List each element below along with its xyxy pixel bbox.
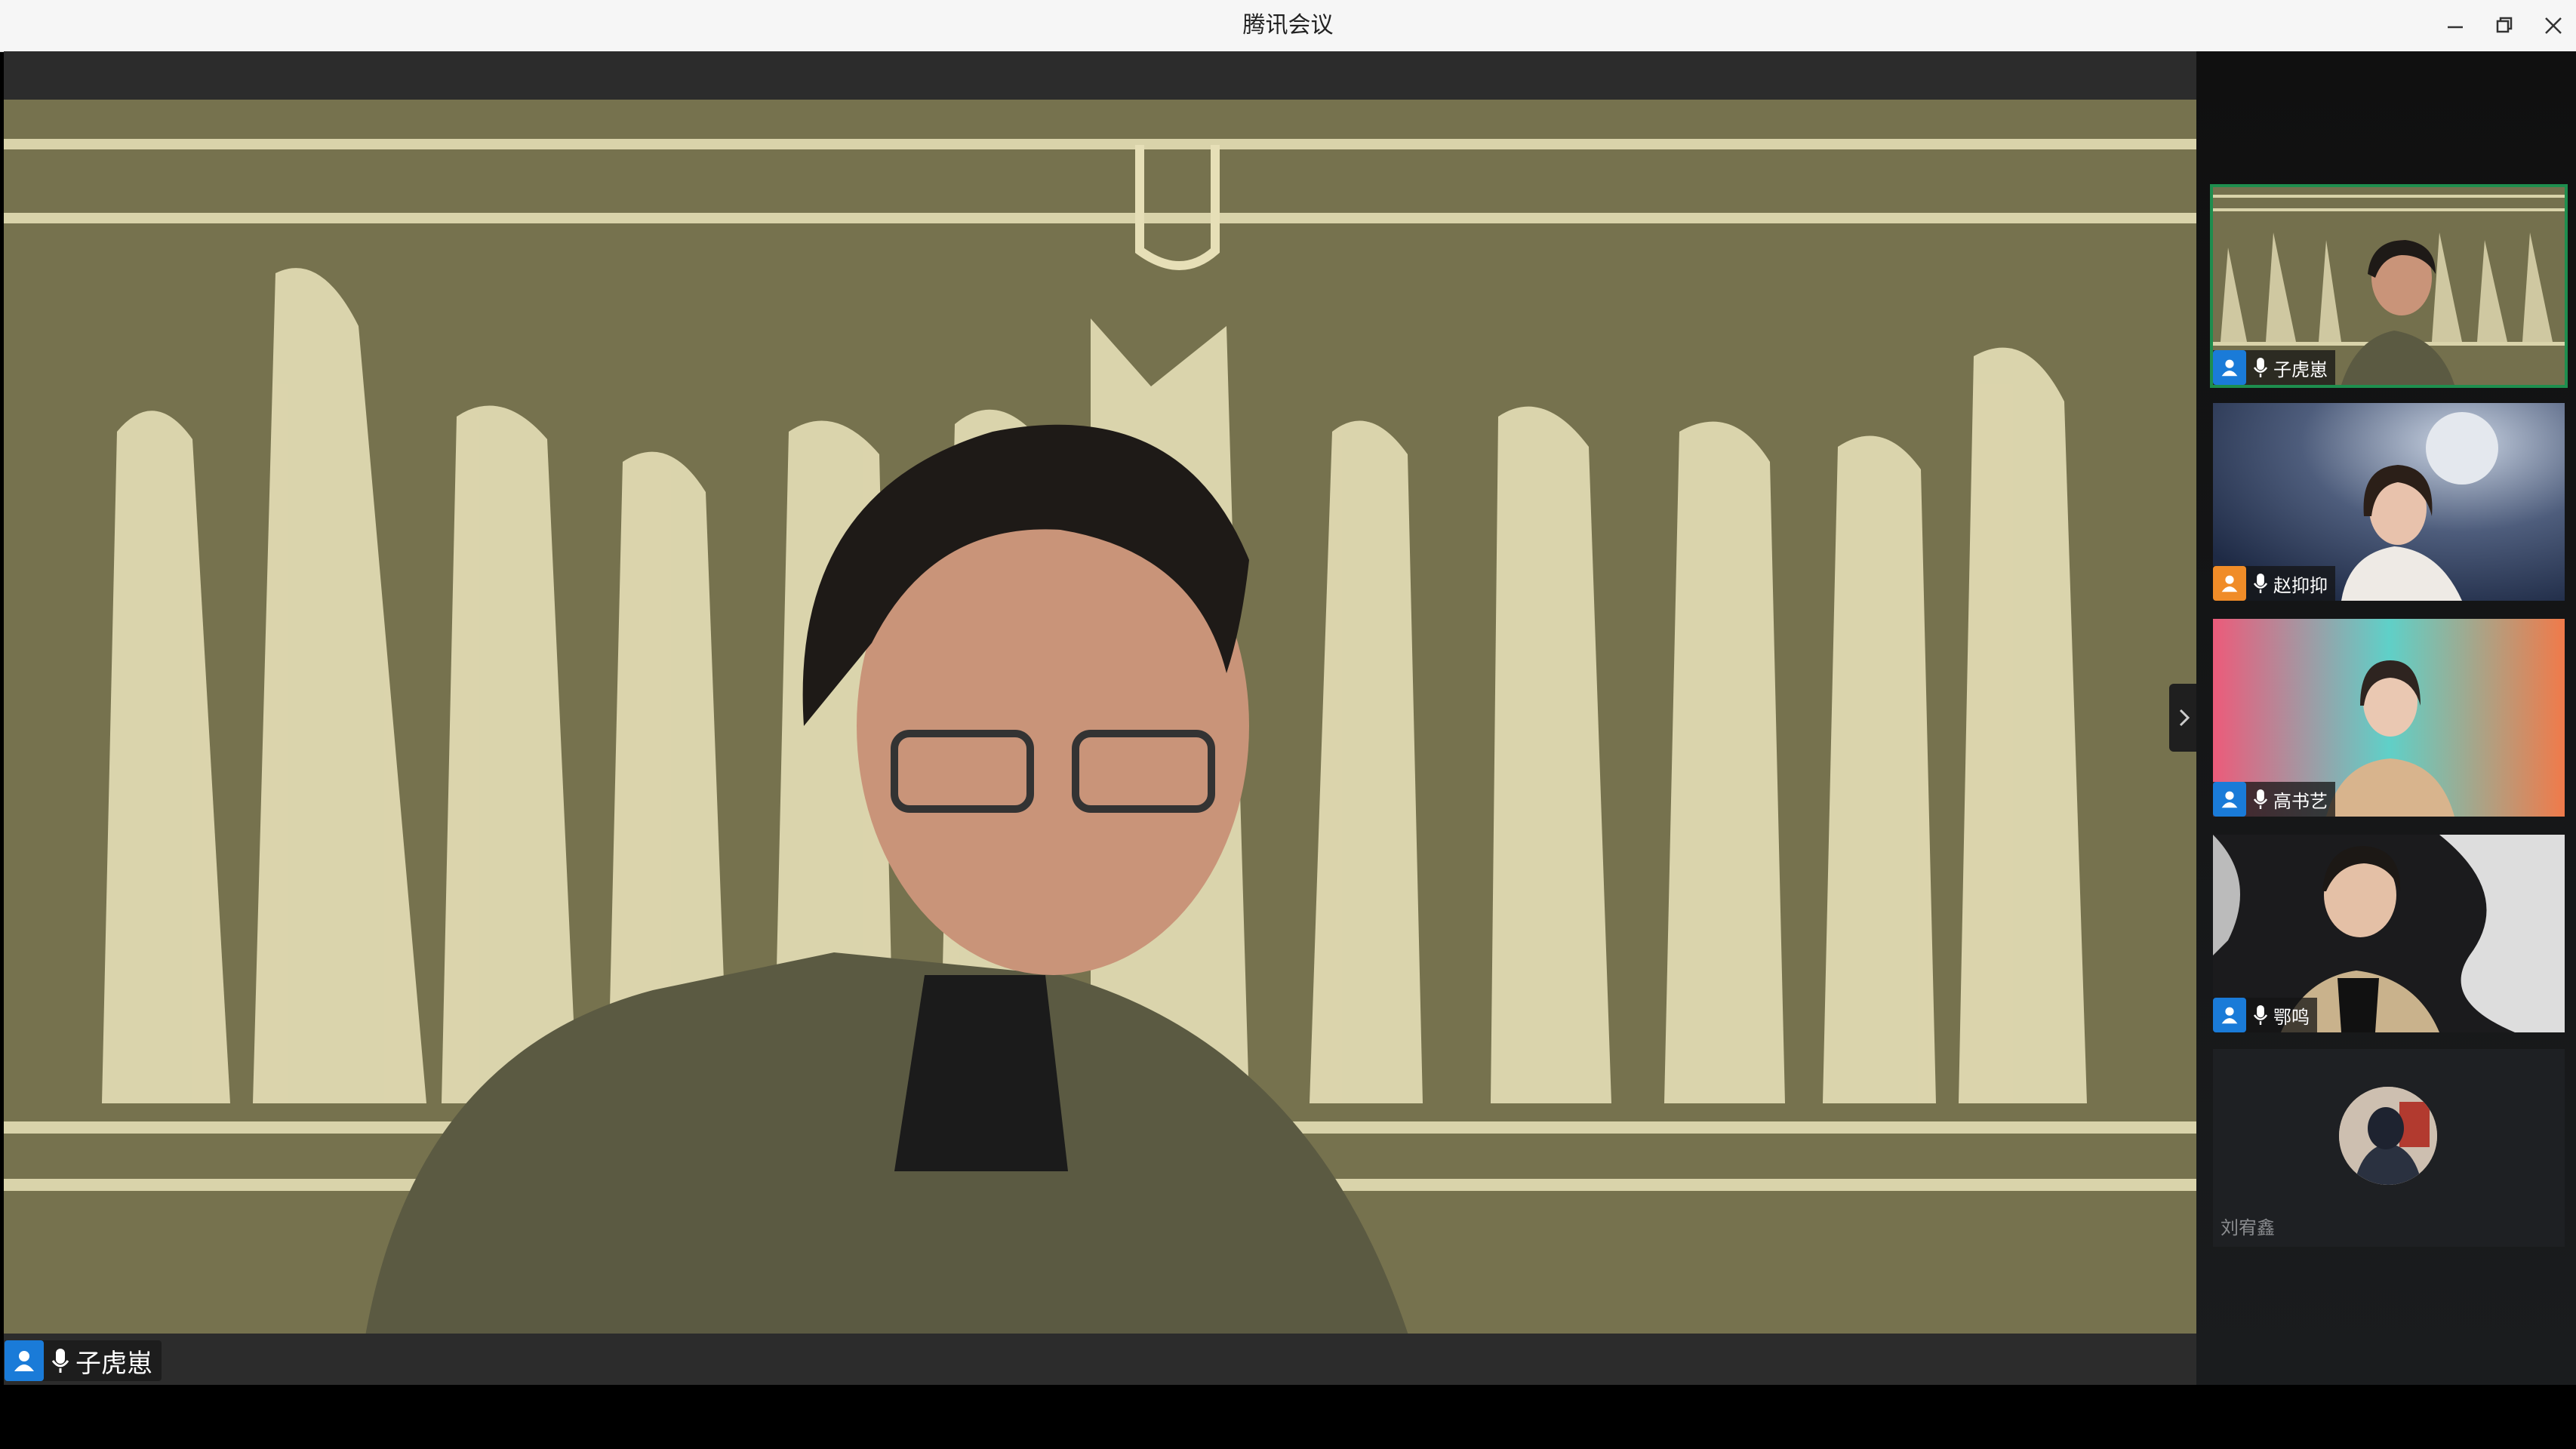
main-video-bottom-bar bbox=[4, 1334, 2196, 1385]
person-icon bbox=[5, 1340, 44, 1381]
participant-name-1: 子虎崽 bbox=[2273, 358, 2328, 380]
collapse-panel-button[interactable] bbox=[2169, 684, 2199, 752]
participant-tile-4[interactable]: 鄂鸣 bbox=[2213, 835, 2565, 1032]
person-icon bbox=[2213, 350, 2246, 385]
participant-tile-3[interactable]: 高书艺 bbox=[2213, 619, 2565, 817]
microphone-icon bbox=[2253, 789, 2268, 809]
main-speaker-video[interactable] bbox=[4, 51, 2196, 1385]
microphone-icon bbox=[2253, 1005, 2268, 1025]
avatar bbox=[2339, 1087, 2437, 1185]
close-icon bbox=[2545, 17, 2562, 34]
bottom-strip bbox=[0, 1385, 2576, 1449]
main-speaker-tag: 子虎崽 bbox=[5, 1340, 162, 1381]
person-icon bbox=[2213, 566, 2246, 601]
window-title-bar: 腾讯会议 bbox=[0, 0, 2576, 52]
window-title: 腾讯会议 bbox=[1242, 12, 1334, 38]
close-button[interactable] bbox=[2534, 9, 2572, 42]
microphone-icon bbox=[2253, 574, 2268, 593]
participant-name-2: 赵抑抑 bbox=[2273, 574, 2328, 596]
participant-name-5: 刘宥鑫 bbox=[2221, 1217, 2275, 1238]
participant-tile-2[interactable]: 赵抑抑 bbox=[2213, 403, 2565, 601]
participant-tag-3: 高书艺 bbox=[2213, 782, 2335, 817]
person-icon bbox=[2213, 998, 2246, 1032]
participant-name-4: 鄂鸣 bbox=[2273, 1006, 2310, 1028]
participant-tile-5[interactable]: 刘宥鑫 bbox=[2213, 1049, 2565, 1247]
participant-tag-1: 子虎崽 bbox=[2213, 350, 2335, 385]
chevron-right-icon bbox=[2179, 709, 2190, 727]
restore-icon bbox=[2496, 17, 2513, 33]
minimize-icon bbox=[2448, 26, 2463, 29]
participant-tag-4: 鄂鸣 bbox=[2213, 998, 2317, 1032]
main-speaker-name: 子虎崽 bbox=[75, 1348, 152, 1379]
microphone-icon bbox=[2253, 358, 2268, 377]
participant-tile-1[interactable]: 子虎崽 bbox=[2210, 184, 2568, 388]
restore-button[interactable] bbox=[2485, 9, 2523, 42]
microphone-icon bbox=[51, 1349, 69, 1373]
participant-tag-2: 赵抑抑 bbox=[2213, 566, 2335, 601]
participant-name-3: 高书艺 bbox=[2273, 790, 2328, 812]
virtual-background-sketch bbox=[4, 100, 2196, 1383]
minimize-button[interactable] bbox=[2436, 9, 2474, 42]
person-icon bbox=[2213, 782, 2246, 817]
